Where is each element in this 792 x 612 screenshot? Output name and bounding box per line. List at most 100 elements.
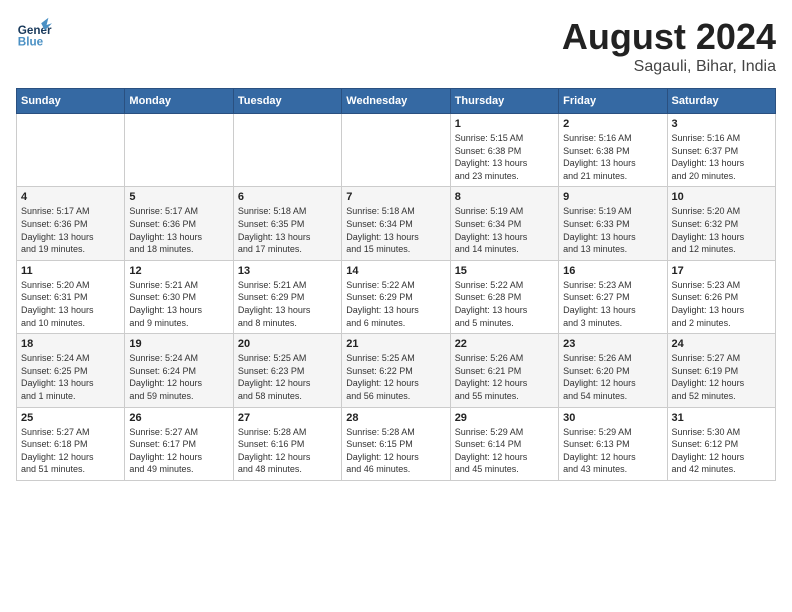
page-subtitle: Sagauli, Bihar, India (562, 58, 776, 76)
calendar-cell: 26Sunrise: 5:27 AM Sunset: 6:17 PM Dayli… (125, 407, 233, 480)
day-number: 3 (672, 118, 771, 130)
calendar-body: 1 Sunrise: 5:15 AM Sunset: 6:38 PM Daylig… (17, 114, 776, 481)
day-info: Sunrise: 5:26 AM Sunset: 6:20 PM Dayligh… (563, 352, 662, 402)
day-number: 16 (563, 265, 662, 277)
day-info: Sunrise: 5:15 AM Sunset: 6:38 PM Dayligh… (455, 132, 554, 182)
calendar-cell: 15 Sunrise: 5:22 AM Sunset: 6:28 PM Dayli… (450, 260, 558, 333)
calendar-cell (233, 114, 341, 187)
weekday-header-saturday: Saturday (667, 89, 775, 114)
calendar-cell: 8 Sunrise: 5:19 AM Sunset: 6:34 PM Daylig… (450, 187, 558, 260)
logo: General Blue (16, 16, 52, 52)
calendar-cell: 13 Sunrise: 5:21 AM Sunset: 6:29 PM Dayli… (233, 260, 341, 333)
calendar-cell: 11 Sunrise: 5:20 AM Sunset: 6:31 PM Dayli… (17, 260, 125, 333)
calendar-header: SundayMondayTuesdayWednesdayThursdayFrid… (17, 89, 776, 114)
week-row-1: 1 Sunrise: 5:15 AM Sunset: 6:38 PM Daylig… (17, 114, 776, 187)
day-number: 23 (563, 338, 662, 350)
calendar-cell: 2Sunrise: 5:16 AM Sunset: 6:38 PM Daylig… (559, 114, 667, 187)
calendar-cell: 5 Sunrise: 5:17 AM Sunset: 6:36 PM Daylig… (125, 187, 233, 260)
day-info: Sunrise: 5:29 AM Sunset: 6:14 PM Dayligh… (455, 426, 554, 476)
day-number: 7 (346, 191, 445, 203)
day-info: Sunrise: 5:24 AM Sunset: 6:24 PM Dayligh… (129, 352, 228, 402)
week-row-5: 25 Sunrise: 5:27 AM Sunset: 6:18 PM Dayli… (17, 407, 776, 480)
calendar-cell: 6 Sunrise: 5:18 AM Sunset: 6:35 PM Daylig… (233, 187, 341, 260)
calendar-cell: 25 Sunrise: 5:27 AM Sunset: 6:18 PM Dayli… (17, 407, 125, 480)
page-title: August 2024 (562, 16, 776, 58)
day-number: 27 (238, 412, 337, 424)
day-info: Sunrise: 5:17 AM Sunset: 6:36 PM Dayligh… (21, 205, 120, 255)
day-number: 24 (672, 338, 771, 350)
day-info: Sunrise: 5:25 AM Sunset: 6:23 PM Dayligh… (238, 352, 337, 402)
calendar-cell: 16 Sunrise: 5:23 AM Sunset: 6:27 PM Dayli… (559, 260, 667, 333)
day-number: 29 (455, 412, 554, 424)
calendar-cell: 24 Sunrise: 5:27 AM Sunset: 6:19 PM Dayli… (667, 334, 775, 407)
calendar-cell: 3 Sunrise: 5:16 AM Sunset: 6:37 PM Daylig… (667, 114, 775, 187)
calendar-cell: 21Sunrise: 5:25 AM Sunset: 6:22 PM Dayli… (342, 334, 450, 407)
day-number: 11 (21, 265, 120, 277)
calendar-cell: 29 Sunrise: 5:29 AM Sunset: 6:14 PM Dayli… (450, 407, 558, 480)
day-number: 6 (238, 191, 337, 203)
calendar-cell: 22Sunrise: 5:26 AM Sunset: 6:21 PM Dayli… (450, 334, 558, 407)
calendar-cell: 4Sunrise: 5:17 AM Sunset: 6:36 PM Daylig… (17, 187, 125, 260)
calendar-cell: 28Sunrise: 5:28 AM Sunset: 6:15 PM Dayli… (342, 407, 450, 480)
week-row-2: 4Sunrise: 5:17 AM Sunset: 6:36 PM Daylig… (17, 187, 776, 260)
day-info: Sunrise: 5:16 AM Sunset: 6:37 PM Dayligh… (672, 132, 771, 182)
weekday-row: SundayMondayTuesdayWednesdayThursdayFrid… (17, 89, 776, 114)
day-info: Sunrise: 5:27 AM Sunset: 6:19 PM Dayligh… (672, 352, 771, 402)
day-number: 19 (129, 338, 228, 350)
calendar-cell: 14 Sunrise: 5:22 AM Sunset: 6:29 PM Dayli… (342, 260, 450, 333)
day-number: 22 (455, 338, 554, 350)
day-info: Sunrise: 5:21 AM Sunset: 6:29 PM Dayligh… (238, 279, 337, 329)
calendar-cell: 1 Sunrise: 5:15 AM Sunset: 6:38 PM Daylig… (450, 114, 558, 187)
page-header: General Blue August 2024 Sagauli, Bihar,… (16, 16, 776, 76)
calendar-cell: 31 Sunrise: 5:30 AM Sunset: 6:12 PM Dayli… (667, 407, 775, 480)
day-info: Sunrise: 5:30 AM Sunset: 6:12 PM Dayligh… (672, 426, 771, 476)
day-info: Sunrise: 5:24 AM Sunset: 6:25 PM Dayligh… (21, 352, 120, 402)
day-number: 31 (672, 412, 771, 424)
weekday-header-friday: Friday (559, 89, 667, 114)
week-row-3: 11 Sunrise: 5:20 AM Sunset: 6:31 PM Dayli… (17, 260, 776, 333)
day-info: Sunrise: 5:19 AM Sunset: 6:34 PM Dayligh… (455, 205, 554, 255)
weekday-header-thursday: Thursday (450, 89, 558, 114)
day-number: 21 (346, 338, 445, 350)
day-info: Sunrise: 5:19 AM Sunset: 6:33 PM Dayligh… (563, 205, 662, 255)
calendar-cell: 7Sunrise: 5:18 AM Sunset: 6:34 PM Daylig… (342, 187, 450, 260)
calendar-cell: 30Sunrise: 5:29 AM Sunset: 6:13 PM Dayli… (559, 407, 667, 480)
day-info: Sunrise: 5:28 AM Sunset: 6:16 PM Dayligh… (238, 426, 337, 476)
day-info: Sunrise: 5:18 AM Sunset: 6:35 PM Dayligh… (238, 205, 337, 255)
day-number: 12 (129, 265, 228, 277)
weekday-header-monday: Monday (125, 89, 233, 114)
day-number: 17 (672, 265, 771, 277)
day-number: 14 (346, 265, 445, 277)
day-number: 20 (238, 338, 337, 350)
calendar-cell (17, 114, 125, 187)
calendar-cell: 10Sunrise: 5:20 AM Sunset: 6:32 PM Dayli… (667, 187, 775, 260)
day-number: 15 (455, 265, 554, 277)
day-number: 28 (346, 412, 445, 424)
day-info: Sunrise: 5:22 AM Sunset: 6:29 PM Dayligh… (346, 279, 445, 329)
day-info: Sunrise: 5:16 AM Sunset: 6:38 PM Dayligh… (563, 132, 662, 182)
day-info: Sunrise: 5:20 AM Sunset: 6:31 PM Dayligh… (21, 279, 120, 329)
day-number: 1 (455, 118, 554, 130)
day-number: 13 (238, 265, 337, 277)
calendar-cell: 12 Sunrise: 5:21 AM Sunset: 6:30 PM Dayli… (125, 260, 233, 333)
day-info: Sunrise: 5:27 AM Sunset: 6:17 PM Dayligh… (129, 426, 228, 476)
day-info: Sunrise: 5:29 AM Sunset: 6:13 PM Dayligh… (563, 426, 662, 476)
svg-text:Blue: Blue (18, 36, 44, 49)
day-number: 25 (21, 412, 120, 424)
calendar-cell: 17Sunrise: 5:23 AM Sunset: 6:26 PM Dayli… (667, 260, 775, 333)
calendar-cell: 27 Sunrise: 5:28 AM Sunset: 6:16 PM Dayli… (233, 407, 341, 480)
day-info: Sunrise: 5:22 AM Sunset: 6:28 PM Dayligh… (455, 279, 554, 329)
logo-icon: General Blue (16, 16, 52, 52)
day-number: 8 (455, 191, 554, 203)
day-info: Sunrise: 5:27 AM Sunset: 6:18 PM Dayligh… (21, 426, 120, 476)
calendar-cell (125, 114, 233, 187)
calendar-cell: 18 Sunrise: 5:24 AM Sunset: 6:25 PM Dayli… (17, 334, 125, 407)
day-info: Sunrise: 5:21 AM Sunset: 6:30 PM Dayligh… (129, 279, 228, 329)
weekday-header-wednesday: Wednesday (342, 89, 450, 114)
day-number: 9 (563, 191, 662, 203)
day-info: Sunrise: 5:17 AM Sunset: 6:36 PM Dayligh… (129, 205, 228, 255)
day-number: 5 (129, 191, 228, 203)
day-number: 18 (21, 338, 120, 350)
title-block: August 2024 Sagauli, Bihar, India (562, 16, 776, 76)
day-info: Sunrise: 5:23 AM Sunset: 6:27 PM Dayligh… (563, 279, 662, 329)
